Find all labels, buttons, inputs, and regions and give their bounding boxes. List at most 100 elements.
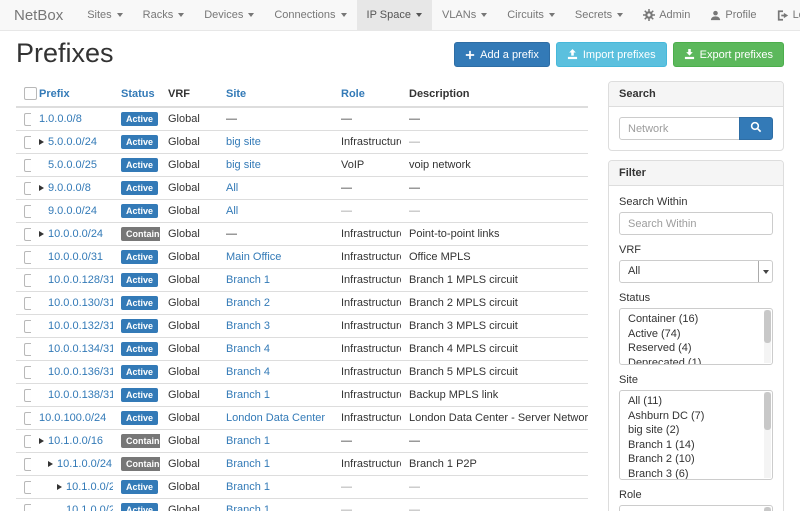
prefix-link[interactable]: 5.0.0.0/24 bbox=[48, 136, 97, 148]
column-header-prefix[interactable]: Prefix bbox=[31, 84, 113, 107]
status-multiselect[interactable]: Container (16)Active (74)Reserved (4)Dep… bbox=[619, 308, 773, 365]
import-prefixes-button[interactable]: Import prefixes bbox=[556, 42, 667, 67]
prefix-link[interactable]: 10.0.0.0/24 bbox=[48, 228, 103, 240]
row-checkbox[interactable] bbox=[24, 228, 31, 241]
netbox-brand[interactable]: NetBox bbox=[0, 0, 77, 30]
add-prefix-button[interactable]: Add a prefix bbox=[454, 42, 550, 67]
status-option[interactable]: Reserved (4) bbox=[620, 341, 772, 356]
search-button[interactable] bbox=[739, 117, 773, 140]
row-select-cell bbox=[16, 338, 31, 361]
prefix-link[interactable]: 10.1.0.0/26 bbox=[66, 504, 113, 511]
row-checkbox[interactable] bbox=[24, 182, 31, 195]
site-link[interactable]: All bbox=[226, 205, 238, 217]
prefix-link[interactable]: 10.0.0.136/31 bbox=[48, 366, 113, 378]
site-option[interactable]: Branch 3 (6) bbox=[620, 467, 772, 481]
scrollbar-thumb[interactable] bbox=[764, 310, 771, 343]
prefix-link[interactable]: 10.1.0.0/16 bbox=[48, 435, 103, 447]
site-link[interactable]: Branch 1 bbox=[226, 458, 270, 470]
export-prefixes-button[interactable]: Export prefixes bbox=[673, 42, 784, 67]
row-checkbox[interactable] bbox=[24, 205, 31, 218]
row-checkbox[interactable] bbox=[24, 251, 31, 264]
row-checkbox[interactable] bbox=[24, 458, 31, 471]
prefix-link[interactable]: 10.0.0.138/31 bbox=[48, 389, 113, 401]
prefix-link[interactable]: 10.0.100.0/24 bbox=[39, 412, 106, 424]
column-header-role[interactable]: Role bbox=[333, 84, 401, 107]
select-all-checkbox[interactable] bbox=[24, 87, 37, 100]
column-header-site[interactable]: Site bbox=[218, 84, 333, 107]
site-link[interactable]: Branch 4 bbox=[226, 366, 270, 378]
site-link[interactable]: London Data Center bbox=[226, 412, 325, 424]
prefix-cell: 10.0.0.136/31 bbox=[31, 361, 113, 384]
row-checkbox[interactable] bbox=[24, 320, 31, 333]
site-link[interactable]: Main Office bbox=[226, 251, 281, 263]
search-input[interactable] bbox=[619, 117, 740, 140]
role-value: — bbox=[341, 504, 352, 511]
nav-item-connections[interactable]: Connections bbox=[264, 0, 356, 30]
site-option[interactable]: Ashburn DC (7) bbox=[620, 409, 772, 424]
row-checkbox[interactable] bbox=[24, 366, 31, 379]
profile-link[interactable]: Profile bbox=[700, 0, 766, 30]
row-checkbox[interactable] bbox=[24, 113, 31, 126]
row-checkbox[interactable] bbox=[24, 343, 31, 356]
site-multiselect[interactable]: All (11)Ashburn DC (7)big site (2)Branch… bbox=[619, 390, 773, 480]
site-link[interactable]: Branch 3 bbox=[226, 320, 270, 332]
site-option[interactable]: Branch 1 (14) bbox=[620, 438, 772, 453]
row-checkbox[interactable] bbox=[24, 274, 31, 287]
row-checkbox[interactable] bbox=[24, 136, 31, 149]
site-option[interactable]: All (11) bbox=[620, 394, 772, 409]
prefix-link[interactable]: 10.0.0.128/31 bbox=[48, 274, 113, 286]
site-link[interactable]: Branch 1 bbox=[226, 435, 270, 447]
site-link[interactable]: All bbox=[226, 182, 238, 194]
site-link[interactable]: Branch 1 bbox=[226, 274, 270, 286]
scrollbar-thumb[interactable] bbox=[764, 392, 771, 430]
row-checkbox[interactable] bbox=[24, 481, 31, 494]
nav-item-circuits[interactable]: Circuits bbox=[497, 0, 565, 30]
admin-link[interactable]: Admin bbox=[633, 0, 700, 30]
plus-icon bbox=[465, 50, 475, 60]
search-within-input[interactable] bbox=[619, 212, 773, 235]
row-checkbox[interactable] bbox=[24, 297, 31, 310]
site-link[interactable]: Branch 1 bbox=[226, 389, 270, 401]
status-option[interactable]: Active (74) bbox=[620, 327, 772, 342]
nav-item-racks[interactable]: Racks bbox=[133, 0, 195, 30]
site-link[interactable]: big site bbox=[226, 159, 261, 171]
prefix-link[interactable]: 10.0.0.132/31 bbox=[48, 320, 113, 332]
prefix-link[interactable]: 10.1.0.0/24 bbox=[57, 458, 112, 470]
nav-item-sites[interactable]: Sites bbox=[77, 0, 132, 30]
row-checkbox[interactable] bbox=[24, 435, 31, 448]
prefix-link[interactable]: 10.1.0.0/25 bbox=[66, 481, 113, 493]
nav-item-vlans[interactable]: VLANs bbox=[432, 0, 497, 30]
prefix-link[interactable]: 9.0.0.0/24 bbox=[48, 205, 97, 217]
prefix-link[interactable]: 1.0.0.0/8 bbox=[39, 113, 82, 125]
prefix-link[interactable]: 10.0.0.0/31 bbox=[48, 251, 103, 263]
site-link[interactable]: big site bbox=[226, 136, 261, 148]
column-header-status[interactable]: Status bbox=[113, 84, 160, 107]
status-option[interactable]: Container (16) bbox=[620, 312, 772, 327]
role-multiselect[interactable]: Infrastructure (25)Management (8)Private… bbox=[619, 505, 773, 511]
vrf-cell: Global bbox=[160, 499, 218, 511]
prefix-link[interactable]: 5.0.0.0/25 bbox=[48, 159, 97, 171]
prefix-link[interactable]: 10.0.0.134/31 bbox=[48, 343, 113, 355]
nav-item-ip-space[interactable]: IP Space bbox=[357, 0, 432, 30]
site-option[interactable]: Branch 2 (10) bbox=[620, 452, 772, 467]
site-option[interactable]: big site (2) bbox=[620, 423, 772, 438]
site-link[interactable]: Branch 1 bbox=[226, 504, 270, 511]
prefix-link[interactable]: 9.0.0.0/8 bbox=[48, 182, 91, 194]
status-badge: Active bbox=[121, 296, 158, 310]
site-link[interactable]: Branch 2 bbox=[226, 297, 270, 309]
prefix-link[interactable]: 10.0.0.130/31 bbox=[48, 297, 113, 309]
scrollbar-thumb[interactable] bbox=[764, 507, 771, 511]
row-checkbox[interactable] bbox=[24, 389, 31, 402]
vrf-select[interactable]: All bbox=[619, 260, 773, 283]
logout-link[interactable]: Log out bbox=[767, 0, 800, 30]
site-link[interactable]: Branch 1 bbox=[226, 481, 270, 493]
nav-item-devices[interactable]: Devices bbox=[194, 0, 264, 30]
row-checkbox[interactable] bbox=[24, 159, 31, 172]
row-checkbox[interactable] bbox=[24, 412, 31, 425]
row-select-cell bbox=[16, 177, 31, 200]
nav-item-secrets[interactable]: Secrets bbox=[565, 0, 633, 30]
row-checkbox[interactable] bbox=[24, 504, 31, 511]
site-link[interactable]: Branch 4 bbox=[226, 343, 270, 355]
status-option[interactable]: Deprecated (1) bbox=[620, 356, 772, 366]
status-cell: Active bbox=[113, 107, 160, 131]
